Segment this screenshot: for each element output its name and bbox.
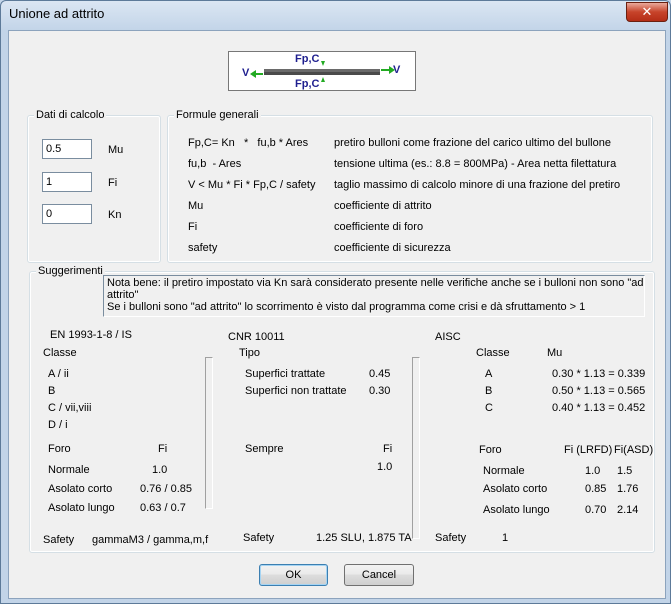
- cnr-tipo-label: Tipo: [239, 347, 260, 359]
- cnr-safety-label: Safety: [243, 532, 275, 544]
- formula-desc-6: coefficiente di sicurezza: [334, 242, 451, 254]
- mu-input[interactable]: 0.5: [42, 139, 92, 159]
- aisc-foro-2: Asolato corto: [483, 483, 548, 495]
- aisc-class-c-val: 0.40 * 1.13 = 0.452: [552, 402, 646, 414]
- fi-input[interactable]: 1: [42, 172, 92, 192]
- en-safety-val: gammaM3 / gamma,m,f: [92, 534, 209, 546]
- en-class-4: D / i: [48, 419, 68, 431]
- diagram-left-label: V: [242, 67, 250, 79]
- cnr-fi-label: Fi: [383, 443, 393, 455]
- cancel-button[interactable]: Cancel: [344, 564, 414, 586]
- suggerimenti-legend: Suggerimenti: [36, 265, 105, 277]
- en-class-2: B: [48, 385, 56, 397]
- formula-desc-1: pretiro bulloni come frazione del carico…: [334, 137, 611, 149]
- formula-desc-3: taglio massimo di calcolo minore di una …: [334, 179, 621, 191]
- formula-desc-4: coefficiente di attrito: [334, 200, 432, 212]
- note-line-3: Se i bulloni sono "ad attrito" lo scorri…: [107, 301, 586, 313]
- en-safety-label: Safety: [43, 534, 75, 546]
- en-fi-label: Fi: [158, 443, 168, 455]
- aisc-foro-3: Asolato lungo: [483, 504, 550, 516]
- aisc-class-c: C: [485, 402, 493, 414]
- en-foro-2-val: 0.76 / 0.85: [140, 483, 192, 495]
- formula-row-2: fu,b - Ares: [188, 158, 242, 170]
- en-class-1: A / ii: [48, 368, 69, 380]
- formula-row-1: Fp,C= Kn * fu,b * Ares: [188, 137, 309, 149]
- dati-di-calcolo-group: Dati di calcolo 0.5 Mu 1 Fi 0 Kn: [27, 109, 161, 263]
- column-separator-2: [412, 357, 420, 539]
- aisc-foro-3-lrfd: 0.70: [585, 504, 607, 516]
- aisc-mu-label: Mu: [547, 347, 563, 359]
- suggerimenti-group: Suggerimenti Nota bene: il pretiro impos…: [29, 265, 655, 553]
- column-separator-1: [205, 357, 213, 509]
- en-foro-1: Normale: [48, 464, 90, 476]
- formula-row-5: Fi: [188, 221, 198, 233]
- en-foro-label: Foro: [48, 443, 71, 455]
- aisc-foro-1: Normale: [483, 465, 525, 477]
- dialog-client-area: Fp,C Fp,C V V Dati di calcolo 0.5 Mu 1 F…: [8, 30, 666, 599]
- en-foro-1-val: 1.0: [152, 464, 168, 476]
- diagram-top-label: Fp,C: [295, 53, 320, 65]
- cnr-tipo-1-val: 0.45: [369, 368, 391, 380]
- aisc-safety-val: 1: [502, 532, 509, 544]
- aisc-foro-2-asd: 1.76: [617, 483, 639, 495]
- cnr-safety-val: 1.25 SLU, 1.875 TA: [316, 532, 412, 544]
- formule-legend: Formule generali: [174, 109, 261, 121]
- aisc-safety-label: Safety: [435, 532, 467, 544]
- dialog-window: Unione ad attrito ✕ Fp,C Fp,C V V Dati d…: [0, 0, 671, 604]
- cnr-tipo-1: Superfici trattate: [245, 368, 326, 380]
- en-foro-3-val: 0.63 / 0.7: [140, 502, 186, 514]
- ok-button[interactable]: OK: [259, 564, 328, 586]
- en-foro-2: Asolato corto: [48, 483, 113, 495]
- formule-generali-group: Formule generali Fp,C= Kn * fu,b * Ares …: [167, 109, 653, 263]
- aisc-foro-1-asd: 1.5: [617, 465, 633, 477]
- formula-row-6: safety: [188, 242, 218, 254]
- aisc-class-a-val: 0.30 * 1.13 = 0.339: [552, 368, 646, 380]
- cnr-sempre-label: Sempre: [245, 443, 284, 455]
- cnr-tipo-2: Superfici non trattate: [245, 385, 347, 397]
- en-foro-3: Asolato lungo: [48, 502, 115, 514]
- aisc-fi-asd-label: Fi(ASD): [614, 444, 654, 456]
- aisc-foro-1-lrfd: 1.0: [585, 465, 601, 477]
- aisc-title: AISC: [435, 331, 461, 343]
- aisc-classe-label: Classe: [476, 347, 510, 359]
- diagram-right-label: V: [393, 64, 401, 76]
- window-title: Unione ad attrito: [9, 6, 105, 21]
- aisc-fi-lrfd-label: Fi (LRFD): [564, 444, 613, 456]
- cnr-tipo-2-val: 0.30: [369, 385, 391, 397]
- formula-desc-5: coefficiente di foro: [334, 221, 424, 233]
- formula-row-4: Mu: [188, 200, 204, 212]
- en-title: EN 1993-1-8 / IS: [50, 329, 132, 341]
- formula-row-3: V < Mu * Fi * Fp,C / safety: [188, 179, 316, 191]
- cnr-title: CNR 10011: [228, 331, 285, 343]
- connection-diagram: Fp,C Fp,C V V: [228, 51, 416, 91]
- mu-label: Mu: [108, 144, 124, 156]
- en-classe-label: Classe: [43, 347, 77, 359]
- note-line-2: attrito": [107, 289, 139, 301]
- note-line-1: Nota bene: il pretiro impostato via Kn s…: [107, 277, 644, 289]
- aisc-foro-3-asd: 2.14: [617, 504, 639, 516]
- aisc-class-b: B: [485, 385, 493, 397]
- close-button[interactable]: ✕: [626, 2, 668, 22]
- close-icon: ✕: [641, 4, 653, 19]
- kn-label: Kn: [108, 209, 122, 221]
- dati-legend: Dati di calcolo: [34, 109, 107, 121]
- nota-bene-text: Nota bene: il pretiro impostato via Kn s…: [103, 275, 645, 317]
- diagram-bottom-label: Fp,C: [295, 78, 320, 90]
- aisc-foro-2-lrfd: 0.85: [585, 483, 607, 495]
- plates-drawing: [250, 61, 395, 82]
- aisc-class-b-val: 0.50 * 1.13 = 0.565: [552, 385, 646, 397]
- formula-desc-2: tensione ultima (es.: 8.8 = 800MPa) - Ar…: [334, 158, 617, 170]
- cnr-fi-val: 1.0: [377, 461, 393, 473]
- en-class-3: C / vii,viii: [48, 402, 92, 414]
- kn-input[interactable]: 0: [42, 204, 92, 224]
- aisc-class-a: A: [485, 368, 493, 380]
- fi-label: Fi: [108, 177, 118, 189]
- aisc-foro-label: Foro: [479, 444, 502, 456]
